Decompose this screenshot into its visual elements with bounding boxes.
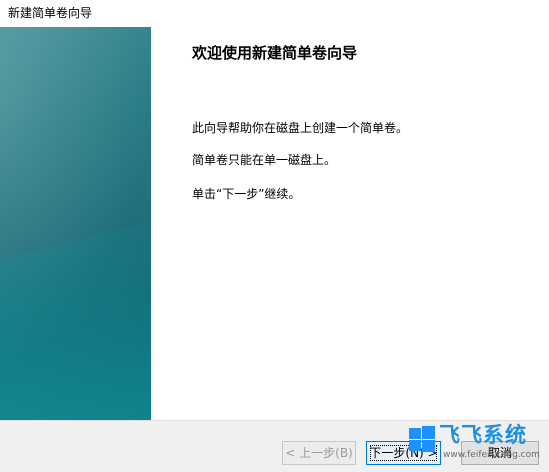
wizard-heading: 欢迎使用新建简单卷向导 bbox=[192, 44, 358, 62]
wizard-content: 欢迎使用新建简单卷向导 此向导帮助你在磁盘上创建一个简单卷。 简单卷只能在单一磁… bbox=[151, 27, 549, 420]
next-button[interactable]: 下一步(N) > bbox=[366, 441, 441, 465]
wizard-paragraph: 单击“下一步”继续。 bbox=[192, 187, 301, 201]
wizard-paragraph: 此向导帮助你在磁盘上创建一个简单卷。 bbox=[192, 121, 409, 135]
next-button-label: 下一步(N) > bbox=[369, 446, 438, 460]
window-title: 新建简单卷向导 bbox=[8, 6, 93, 20]
back-button[interactable]: < 上一步(B) bbox=[282, 441, 356, 465]
wizard-body: 欢迎使用新建简单卷向导 此向导帮助你在磁盘上创建一个简单卷。 简单卷只能在单一磁… bbox=[0, 27, 549, 420]
wizard-side-banner bbox=[0, 27, 151, 420]
cancel-button[interactable]: 取消 bbox=[461, 441, 539, 465]
wizard-paragraph: 简单卷只能在单一磁盘上。 bbox=[192, 153, 337, 167]
title-bar: 新建简单卷向导 bbox=[0, 0, 549, 27]
wizard-footer: < 上一步(B) 下一步(N) > 取消 飞飞系统 www.feifeixito… bbox=[0, 420, 549, 472]
